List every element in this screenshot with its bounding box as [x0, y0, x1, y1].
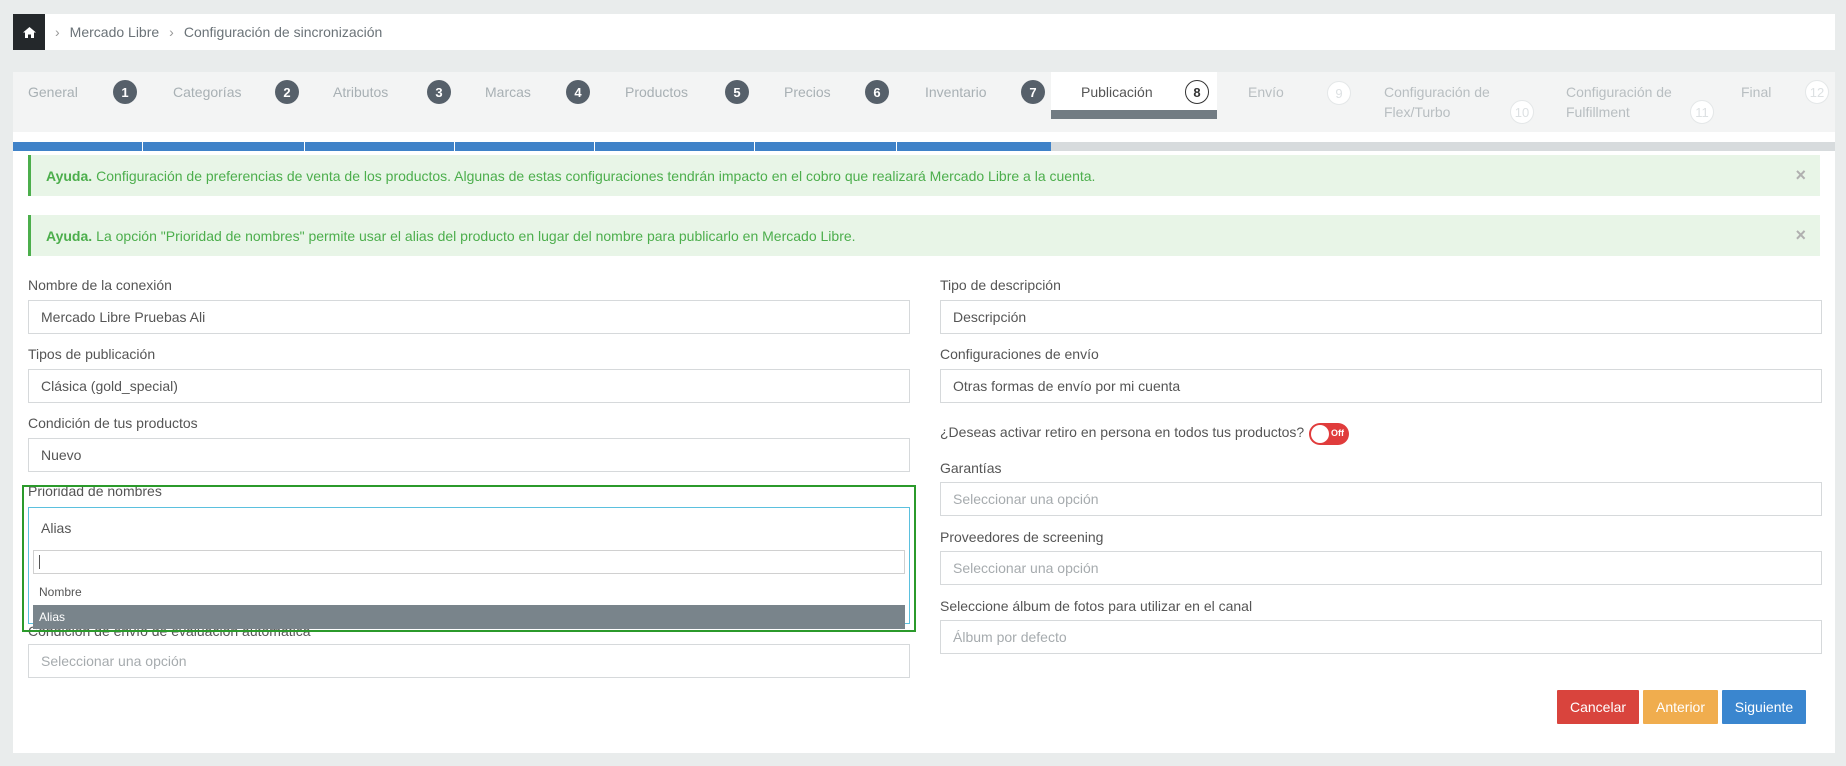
step-label: Categorías	[173, 84, 242, 100]
close-icon[interactable]: ×	[1795, 226, 1806, 244]
step-number: 1	[113, 80, 137, 104]
breadcrumb: › Mercado Libre › Configuración de sincr…	[13, 14, 1835, 50]
alert-text: Configuración de preferencias de venta d…	[96, 167, 1096, 184]
step-number: 10	[1510, 100, 1534, 124]
text-cursor	[39, 555, 40, 569]
cancel-button[interactable]: Cancelar	[1557, 690, 1639, 724]
breadcrumb-separator: ›	[169, 24, 174, 40]
step-envio[interactable]: Envío 9	[1217, 72, 1357, 132]
publication-types-select[interactable]: Clásica (gold_special)	[28, 369, 910, 403]
progress-tick	[142, 132, 143, 151]
help-alert: Ayuda. Configuración de preferencias de …	[28, 155, 1820, 196]
step-label: Publicación	[1081, 84, 1153, 100]
alert-prefix: Ayuda.	[46, 227, 93, 244]
wizard-steps: General 1 Categorías 2 Atributos 3 Marca…	[13, 72, 1835, 132]
name-priority-select[interactable]: Alias	[28, 507, 910, 547]
publication-types-label: Tipos de publicación	[28, 346, 156, 362]
home-button[interactable]	[13, 14, 45, 50]
auto-eval-condition-select[interactable]: Seleccionar una opción	[28, 644, 910, 678]
step-number: 2	[275, 80, 299, 104]
dropdown-option-nombre[interactable]: Nombre	[33, 580, 905, 603]
step-label: Configuración de Fulfillment	[1566, 84, 1672, 120]
breadcrumb-item-mercado-libre[interactable]: Mercado Libre	[70, 24, 160, 40]
warranties-select[interactable]: Seleccionar una opción	[940, 482, 1822, 516]
pickup-toggle-label: ¿Deseas activar retiro en persona en tod…	[940, 424, 1305, 440]
next-button[interactable]: Siguiente	[1722, 690, 1806, 724]
progress-tick	[304, 132, 305, 151]
product-condition-label: Condición de tus productos	[28, 415, 198, 431]
step-general[interactable]: General 1	[13, 72, 143, 132]
connection-name-input[interactable]: Mercado Libre Pruebas Ali	[28, 300, 910, 334]
step-label: Configuración de Flex/Turbo	[1384, 84, 1490, 120]
description-type-select[interactable]: Descripción	[940, 300, 1822, 334]
alert-prefix: Ayuda.	[46, 167, 93, 184]
wizard-progress-bar	[13, 132, 1835, 151]
screening-select[interactable]: Seleccionar una opción	[940, 551, 1822, 585]
step-label: Precios	[784, 84, 831, 100]
step-final[interactable]: Final 12	[1715, 72, 1835, 132]
connection-name-label: Nombre de la conexión	[28, 277, 172, 293]
shipping-config-label: Configuraciones de envío	[940, 346, 1099, 362]
warranties-label: Garantías	[940, 460, 1002, 476]
step-number: 3	[427, 80, 451, 104]
step-number: 8	[1185, 80, 1209, 104]
step-marcas[interactable]: Marcas 4	[455, 72, 595, 132]
album-label: Seleccione álbum de fotos para utilizar …	[940, 598, 1253, 614]
dropdown-search-input[interactable]	[33, 550, 905, 574]
step-flex-turbo[interactable]: Configuración de Flex/Turbo 10	[1357, 72, 1537, 132]
toggle-state: Off	[1331, 428, 1344, 438]
progress-tick	[454, 132, 455, 151]
step-number: 7	[1021, 80, 1045, 104]
home-icon	[22, 26, 36, 38]
step-categorias[interactable]: Categorías 2	[143, 72, 305, 132]
step-publicacion[interactable]: Publicación 8	[1051, 72, 1217, 119]
previous-button[interactable]: Anterior	[1643, 690, 1718, 724]
product-condition-select[interactable]: Nuevo	[28, 438, 910, 472]
progress-tick	[754, 132, 755, 151]
screening-label: Proveedores de screening	[940, 529, 1104, 545]
step-number: 5	[725, 80, 749, 104]
breadcrumb-separator: ›	[55, 24, 60, 40]
toggle-knob	[1311, 425, 1329, 443]
step-label: Envío	[1248, 84, 1284, 100]
step-atributos[interactable]: Atributos 3	[305, 72, 455, 132]
shipping-config-select[interactable]: Otras formas de envío por mi cuenta	[940, 369, 1822, 403]
progress-tick	[896, 132, 897, 151]
help-alert: Ayuda. La opción "Prioridad de nombres" …	[28, 215, 1820, 256]
step-number: 11	[1690, 100, 1714, 124]
step-number: 4	[566, 80, 590, 104]
wizard-panel: General 1 Categorías 2 Atributos 3 Marca…	[13, 72, 1835, 753]
pickup-toggle[interactable]: Off	[1309, 423, 1349, 445]
step-number: 9	[1327, 81, 1351, 105]
step-label: Atributos	[333, 84, 389, 100]
progress-tick	[594, 132, 595, 151]
album-select[interactable]: Álbum por defecto	[940, 620, 1822, 654]
step-label: Final	[1741, 84, 1772, 100]
step-number: 12	[1805, 80, 1829, 104]
description-type-label: Tipo de descripción	[940, 277, 1061, 293]
close-icon[interactable]: ×	[1795, 166, 1806, 184]
step-precios[interactable]: Precios 6	[755, 72, 897, 132]
step-number: 6	[865, 80, 889, 104]
step-fulfillment[interactable]: Configuración de Fulfillment 11	[1537, 72, 1715, 132]
step-label: General	[28, 84, 78, 100]
dropdown-option-alias[interactable]: Alias	[33, 605, 905, 629]
active-step-underline	[1051, 110, 1217, 119]
step-inventario[interactable]: Inventario 7	[897, 72, 1051, 132]
step-label: Marcas	[485, 84, 531, 100]
step-label: Inventario	[925, 84, 987, 100]
step-label: Productos	[625, 84, 689, 100]
step-productos[interactable]: Productos 5	[595, 72, 755, 132]
breadcrumb-item-sync-config: Configuración de sincronización	[183, 24, 383, 40]
alert-text: La opción "Prioridad de nombres" permite…	[96, 227, 856, 244]
name-priority-dropdown: Nombre Alias	[28, 546, 910, 629]
